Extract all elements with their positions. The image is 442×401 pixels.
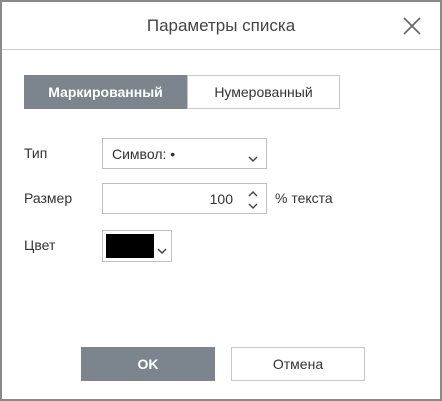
type-label: Тип [24, 145, 48, 161]
dialog-title: Параметры списка [146, 16, 296, 35]
close-button[interactable] [400, 14, 424, 38]
close-icon [403, 17, 421, 35]
spin-up-button[interactable] [246, 187, 260, 199]
size-value: 100 [209, 191, 233, 207]
dialog-header: Параметры списка [2, 2, 440, 50]
list-settings-dialog: Параметры списка Маркированный Нумерован… [0, 0, 442, 401]
tab-bulleted[interactable]: Маркированный [24, 75, 187, 109]
type-select[interactable]: Символ: • [102, 138, 267, 169]
chevron-down-icon [248, 203, 258, 209]
tab-numbered[interactable]: Нумерованный [187, 75, 340, 109]
color-swatch [106, 234, 154, 258]
spin-down-button[interactable] [246, 199, 260, 211]
size-spinner[interactable]: 100 [102, 183, 267, 214]
color-picker[interactable] [102, 230, 172, 262]
size-label: Размер [24, 190, 73, 206]
chevron-down-icon [248, 150, 258, 168]
chevron-down-icon [157, 242, 167, 260]
size-unit-label: % текста [275, 190, 333, 206]
color-label: Цвет [24, 237, 56, 253]
ok-button[interactable]: OK [81, 347, 215, 381]
type-select-value: Символ: • [112, 146, 176, 162]
cancel-button[interactable]: Отмена [231, 347, 365, 381]
